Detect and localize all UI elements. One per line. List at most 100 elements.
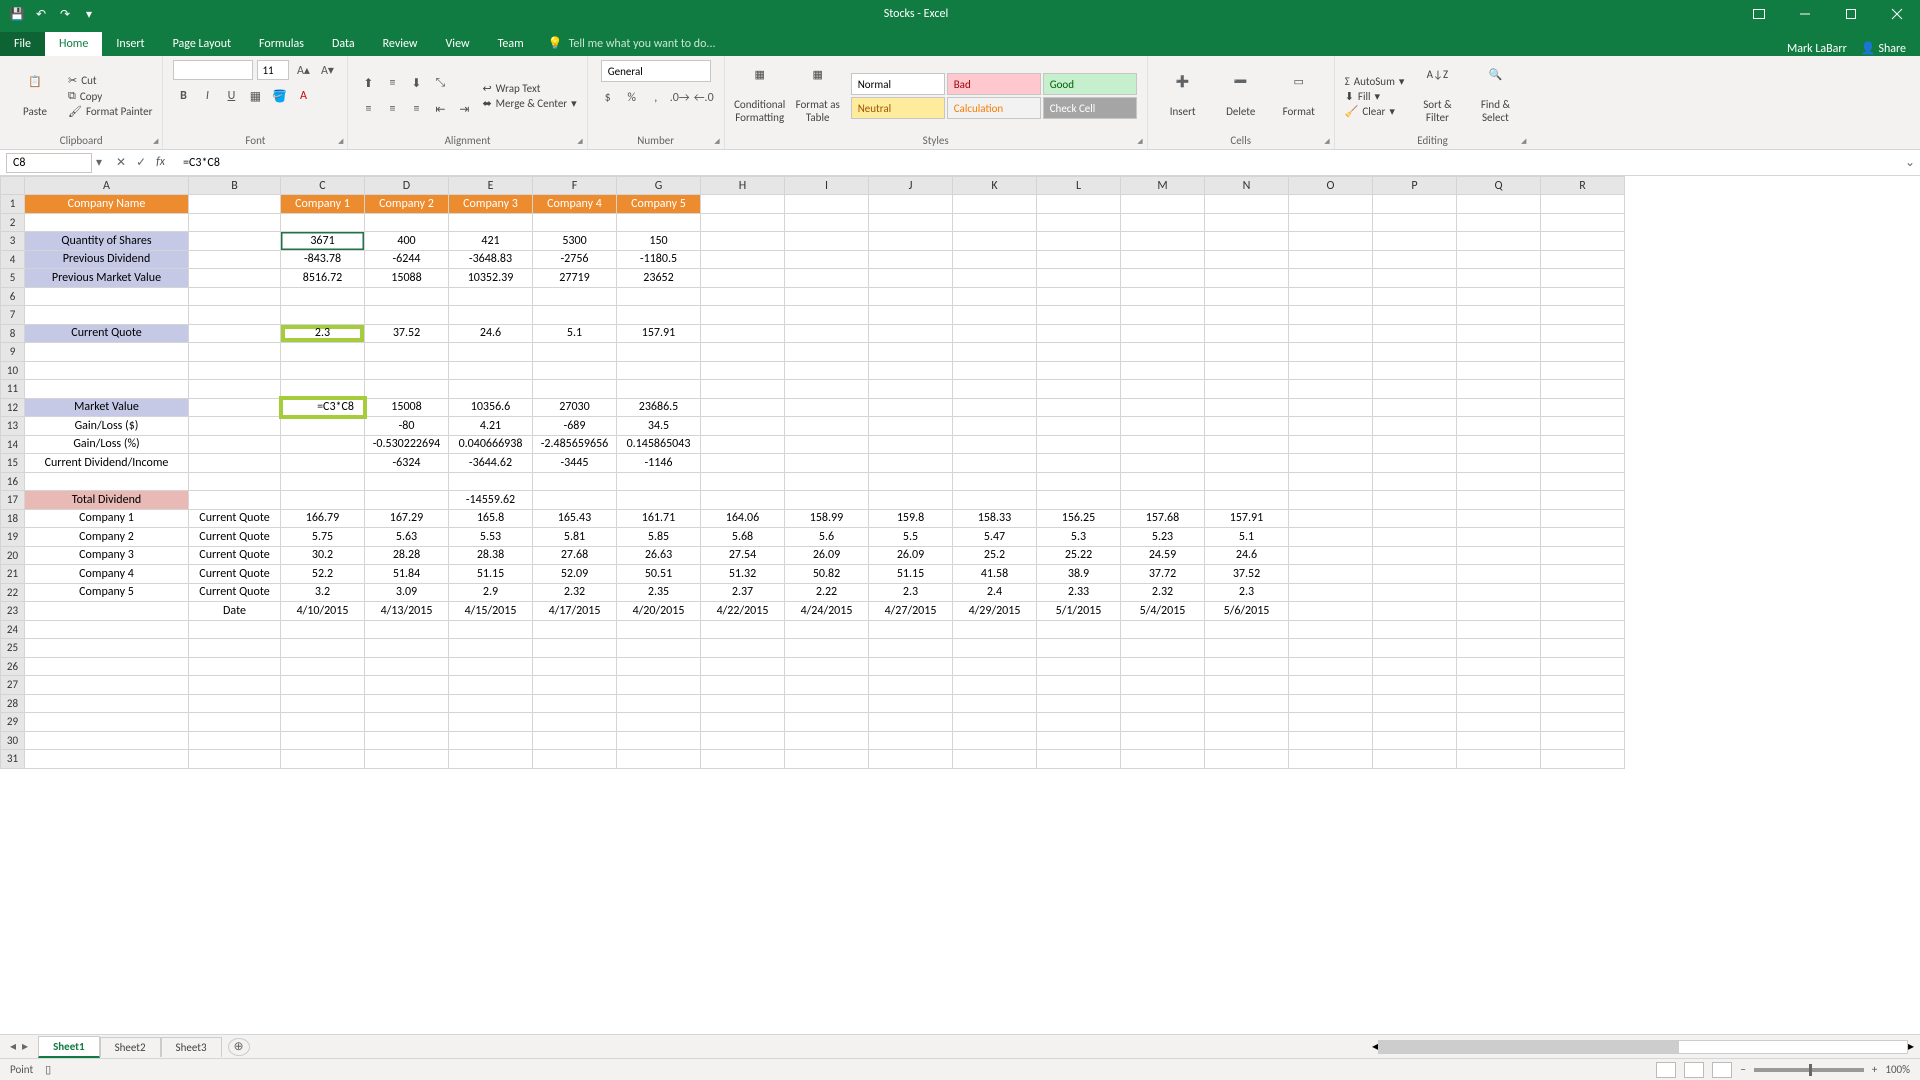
cell-R22[interactable] xyxy=(1541,583,1625,602)
cell-B28[interactable] xyxy=(189,694,281,713)
cell-A5[interactable]: Previous Market Value xyxy=(25,269,189,288)
col-header-G[interactable]: G xyxy=(617,177,701,195)
cell-H21[interactable]: 51.32 xyxy=(701,565,785,584)
cell-D9[interactable] xyxy=(365,343,449,362)
cell-N2[interactable] xyxy=(1205,213,1289,232)
col-header-N[interactable]: N xyxy=(1205,177,1289,195)
cell-A8[interactable]: Current Quote xyxy=(25,324,189,343)
cell-D24[interactable] xyxy=(365,620,449,639)
cell-K8[interactable] xyxy=(953,324,1037,343)
row-header-17[interactable]: 17 xyxy=(1,491,25,510)
cell-K26[interactable] xyxy=(953,657,1037,676)
cell-E4[interactable]: -3648.83 xyxy=(449,250,533,269)
cell-G15[interactable]: -1146 xyxy=(617,454,701,473)
cell-H1[interactable] xyxy=(701,195,785,214)
cell-R23[interactable] xyxy=(1541,602,1625,621)
cell-M5[interactable] xyxy=(1121,269,1205,288)
cell-D26[interactable] xyxy=(365,657,449,676)
cell-R31[interactable] xyxy=(1541,750,1625,769)
row-header-1[interactable]: 1 xyxy=(1,195,25,214)
cell-H29[interactable] xyxy=(701,713,785,732)
cell-H2[interactable] xyxy=(701,213,785,232)
cell-F13[interactable]: -689 xyxy=(533,417,617,436)
cell-L2[interactable] xyxy=(1037,213,1121,232)
cell-E20[interactable]: 28.38 xyxy=(449,546,533,565)
col-header-L[interactable]: L xyxy=(1037,177,1121,195)
cell-A11[interactable] xyxy=(25,380,189,399)
cell-E27[interactable] xyxy=(449,676,533,695)
zoom-out-icon[interactable]: − xyxy=(1740,1063,1745,1076)
cell-Q9[interactable] xyxy=(1457,343,1541,362)
fill-button[interactable]: ⬇Fill ▾ xyxy=(1345,90,1405,103)
cell-B20[interactable]: Current Quote xyxy=(189,546,281,565)
cell-R17[interactable] xyxy=(1541,491,1625,510)
cell-D7[interactable] xyxy=(365,306,449,325)
cell-F31[interactable] xyxy=(533,750,617,769)
cell-Q15[interactable] xyxy=(1457,454,1541,473)
cell-J30[interactable] xyxy=(869,731,953,750)
cell-D18[interactable]: 167.29 xyxy=(365,509,449,528)
row-header-28[interactable]: 28 xyxy=(1,694,25,713)
cell-A27[interactable] xyxy=(25,676,189,695)
cell-R9[interactable] xyxy=(1541,343,1625,362)
cell-B23[interactable]: Date xyxy=(189,602,281,621)
cell-Q18[interactable] xyxy=(1457,509,1541,528)
cell-P10[interactable] xyxy=(1373,361,1457,380)
format-painter-button[interactable]: 🖌Format Painter xyxy=(68,105,152,118)
cell-H18[interactable]: 164.06 xyxy=(701,509,785,528)
ribbon-display-options-icon[interactable] xyxy=(1736,0,1782,28)
cell-D10[interactable] xyxy=(365,361,449,380)
col-header-H[interactable]: H xyxy=(701,177,785,195)
select-all-corner[interactable] xyxy=(1,177,25,195)
cell-O7[interactable] xyxy=(1289,306,1373,325)
cell-A24[interactable] xyxy=(25,620,189,639)
cell-D15[interactable]: -6324 xyxy=(365,454,449,473)
cell-O5[interactable] xyxy=(1289,269,1373,288)
cell-L6[interactable] xyxy=(1037,287,1121,306)
cell-C18[interactable]: 166.79 xyxy=(281,509,365,528)
sheet-tab-1[interactable]: Sheet1 xyxy=(38,1036,100,1058)
cell-C29[interactable] xyxy=(281,713,365,732)
cell-H12[interactable] xyxy=(701,398,785,417)
cell-E24[interactable] xyxy=(449,620,533,639)
cell-F5[interactable]: 27719 xyxy=(533,269,617,288)
cell-style-good[interactable]: Good xyxy=(1043,73,1137,95)
cell-Q4[interactable] xyxy=(1457,250,1541,269)
name-box-dropdown-icon[interactable]: ▾ xyxy=(92,155,106,170)
cell-E7[interactable] xyxy=(449,306,533,325)
view-page-layout-icon[interactable] xyxy=(1684,1062,1704,1078)
cell-M30[interactable] xyxy=(1121,731,1205,750)
cell-N20[interactable]: 24.6 xyxy=(1205,546,1289,565)
cell-L23[interactable]: 5/1/2015 xyxy=(1037,602,1121,621)
cell-N23[interactable]: 5/6/2015 xyxy=(1205,602,1289,621)
cell-G8[interactable]: 157.91 xyxy=(617,324,701,343)
cell-L4[interactable] xyxy=(1037,250,1121,269)
cell-O27[interactable] xyxy=(1289,676,1373,695)
insert-function-icon[interactable]: fx xyxy=(156,155,165,170)
cell-H7[interactable] xyxy=(701,306,785,325)
cell-G28[interactable] xyxy=(617,694,701,713)
cell-H9[interactable] xyxy=(701,343,785,362)
cell-P22[interactable] xyxy=(1373,583,1457,602)
cell-G20[interactable]: 26.63 xyxy=(617,546,701,565)
cell-O18[interactable] xyxy=(1289,509,1373,528)
tab-data[interactable]: Data xyxy=(318,32,369,56)
cell-B27[interactable] xyxy=(189,676,281,695)
cell-N5[interactable] xyxy=(1205,269,1289,288)
cell-R27[interactable] xyxy=(1541,676,1625,695)
cell-J13[interactable] xyxy=(869,417,953,436)
cell-N9[interactable] xyxy=(1205,343,1289,362)
align-center-icon[interactable]: ≡ xyxy=(382,99,402,119)
cell-O25[interactable] xyxy=(1289,639,1373,658)
row-header-12[interactable]: 12 xyxy=(1,398,25,417)
cell-M7[interactable] xyxy=(1121,306,1205,325)
enter-formula-icon[interactable]: ✓ xyxy=(136,155,146,170)
cell-M27[interactable] xyxy=(1121,676,1205,695)
cell-A14[interactable]: Gain/Loss (%) xyxy=(25,435,189,454)
cell-I8[interactable] xyxy=(785,324,869,343)
cell-P23[interactable] xyxy=(1373,602,1457,621)
cell-O19[interactable] xyxy=(1289,528,1373,547)
cell-I2[interactable] xyxy=(785,213,869,232)
cell-A31[interactable] xyxy=(25,750,189,769)
cell-P4[interactable] xyxy=(1373,250,1457,269)
